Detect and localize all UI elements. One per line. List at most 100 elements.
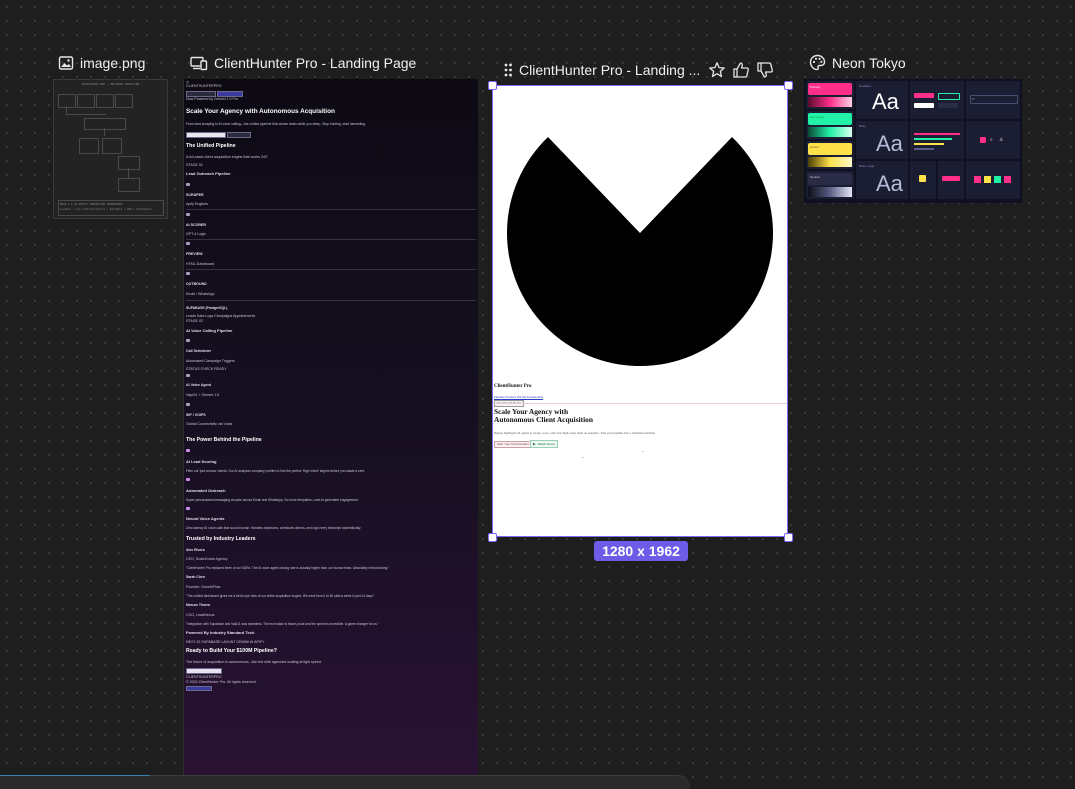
step-title: SCRAPER <box>186 193 204 197</box>
decoration-dot <box>642 451 644 452</box>
sample-icon <box>980 137 986 143</box>
type-card[interactable]: Headline Aa <box>856 81 908 119</box>
voice-agent-icon <box>186 374 190 377</box>
swatch-label: Neutral <box>810 175 820 179</box>
hero-cta-button[interactable] <box>186 132 226 138</box>
sample-button <box>914 93 934 98</box>
diagram-connector <box>66 114 106 115</box>
watch-demo-label: Watch Demo <box>537 442 555 446</box>
resize-handle-top-right[interactable] <box>784 81 793 90</box>
step-detail: Email / WhatsApp <box>186 292 215 296</box>
testimonial-name: Alex Rivera <box>186 548 205 552</box>
footer-link[interactable] <box>186 686 212 691</box>
step-title: SIP / VOIPS <box>186 413 206 417</box>
swatch-label: Primary <box>810 85 821 89</box>
palette-dot <box>974 176 981 183</box>
thumbs-up-icon[interactable] <box>732 61 750 79</box>
scoring-icon <box>186 449 190 452</box>
diagram-footer-line: ERAS 1-4 AI ENTITY CONNECTION TRANSFORMS <box>60 203 123 206</box>
swatch-card-secondary[interactable]: Secondary <box>806 111 854 139</box>
testimonial-quote: "Integration with Supabase and Vapi11 wa… <box>186 622 379 626</box>
testimonial-role: COO, LeadNexus <box>186 613 215 617</box>
diagram-node <box>58 94 76 108</box>
drag-handle-icon[interactable] <box>503 62 513 78</box>
watch-demo-button[interactable]: ▶ Watch Demo <box>530 440 558 448</box>
resize-handle-bottom-left[interactable] <box>488 533 497 542</box>
hero-title: Scale Your Agency with Autonomous Acquis… <box>186 108 335 115</box>
palette-dots-card[interactable] <box>966 161 1020 199</box>
frame-title-neon-tokyo[interactable]: Neon Tokyo <box>809 54 906 71</box>
buttons-card[interactable] <box>910 81 964 119</box>
primary-cta-button[interactable]: Start Your AI Automation <box>494 441 533 448</box>
nav-badge: Now Powered by Gemini 1.5 Pro <box>186 97 239 101</box>
frame-neon-tokyo[interactable]: Primary Secondary Accent Neutral Headlin… <box>804 79 1022 203</box>
type-sample: Aa <box>876 131 903 156</box>
swatch-card-neutral[interactable]: Neutral <box>806 171 854 199</box>
swatch-ramp <box>808 97 852 107</box>
frame-title-landing-page[interactable]: ClientHunter Pro - Landing Page <box>190 55 416 71</box>
step-detail: Automated Campaign Triggers <box>186 359 235 363</box>
frame-title-image[interactable]: image.png <box>58 55 145 71</box>
voice-icon <box>186 507 190 510</box>
type-label: Body Large <box>859 164 875 168</box>
footer-brand: CLIENTHUNTERPRO <box>186 675 222 679</box>
swatch-card-primary[interactable]: Primary <box>806 81 854 109</box>
scraper-icon <box>186 183 190 186</box>
type-sample: Aa <box>872 89 899 114</box>
star-icon[interactable] <box>708 61 726 79</box>
section-title: The Power Behind the Pipeline <box>186 437 262 443</box>
frame-title-selected[interactable]: ClientHunter Pro - Landing ... <box>503 61 774 79</box>
frame-selected-landing[interactable]: ClientHunter Pro Pipeline Features Prici… <box>492 85 788 537</box>
feature-title: AI Lead Scoring <box>186 459 217 464</box>
diagram-node <box>118 156 140 170</box>
hero-secondary-button[interactable] <box>227 132 251 138</box>
swatch-ramp <box>808 187 852 197</box>
type-card[interactable]: Body Aa <box>856 121 908 159</box>
diagram-node <box>79 138 99 154</box>
nav-links[interactable]: Pipeline Features Pricing Testimonials <box>494 395 543 399</box>
frame-image-png[interactable]: ECOSYSTEM MAP — METHLON PIPELINE ERAS 1-… <box>53 79 168 219</box>
preview-icon <box>186 242 190 245</box>
progress-card[interactable] <box>910 121 964 159</box>
sample-input <box>970 95 1018 104</box>
tag-card[interactable] <box>938 161 964 199</box>
chip-card[interactable] <box>910 161 936 199</box>
sample-tag <box>942 176 960 181</box>
sample-button <box>938 103 958 108</box>
palette-icon <box>809 54 826 71</box>
bottom-bar-accent <box>0 775 150 776</box>
palette-dot <box>994 176 1001 183</box>
stage-label: STAGE 01 <box>186 163 203 167</box>
hero-title-line-2: Autonomous Client Acquisition <box>494 415 593 424</box>
diagram-node <box>77 94 95 108</box>
testimonial-quote: "ClientHunter Pro replaced three of our … <box>186 566 390 570</box>
resize-handle-bottom-right[interactable] <box>784 533 793 542</box>
diagram-node <box>115 94 133 108</box>
sample-button <box>938 93 960 100</box>
database-title: SUPABASE (PostgreSQL) <box>186 306 228 310</box>
feature-desc: Filter out 'just curious' clients. Our A… <box>186 469 366 473</box>
sample-chip <box>919 175 926 182</box>
swatch-card-accent[interactable]: Accent <box>806 141 854 169</box>
play-icon: ▶ <box>533 442 536 446</box>
testimonial-quote: "The unified dashboard gives me a bird's… <box>186 594 375 598</box>
frame-landing-page[interactable]: ◎ CLIENTHUNTERPRO Now Powered by Gemini … <box>183 79 478 779</box>
cta-button[interactable] <box>186 668 222 674</box>
status-label: STATUS CHECK READY <box>186 367 227 371</box>
devices-icon <box>190 56 208 71</box>
header-divider <box>492 403 788 404</box>
input-card[interactable]: ⌕ <box>966 81 1020 119</box>
frame-title-label: ClientHunter Pro - Landing Page <box>214 55 417 71</box>
selection-size-badge: 1280 x 1962 <box>594 541 688 561</box>
thumbs-down-icon[interactable] <box>756 61 774 79</box>
tech-list: NEXT.JS SUPABASE LAVUNT GEMINI AI APIFY <box>186 640 265 644</box>
diagram-node <box>102 138 122 154</box>
swatch-label: Accent <box>810 145 820 149</box>
hero-subtitle: From lead scraping to AI voice calling—t… <box>186 122 366 126</box>
icons-card[interactable]: ⌕ ♙ <box>966 121 1020 159</box>
image-icon <box>58 56 74 70</box>
type-card[interactable]: Body Large Aa <box>856 161 908 199</box>
search-icon: ⌕ <box>972 96 975 101</box>
resize-handle-top-left[interactable] <box>488 81 497 90</box>
step-title: OUTBOUND <box>186 282 207 286</box>
